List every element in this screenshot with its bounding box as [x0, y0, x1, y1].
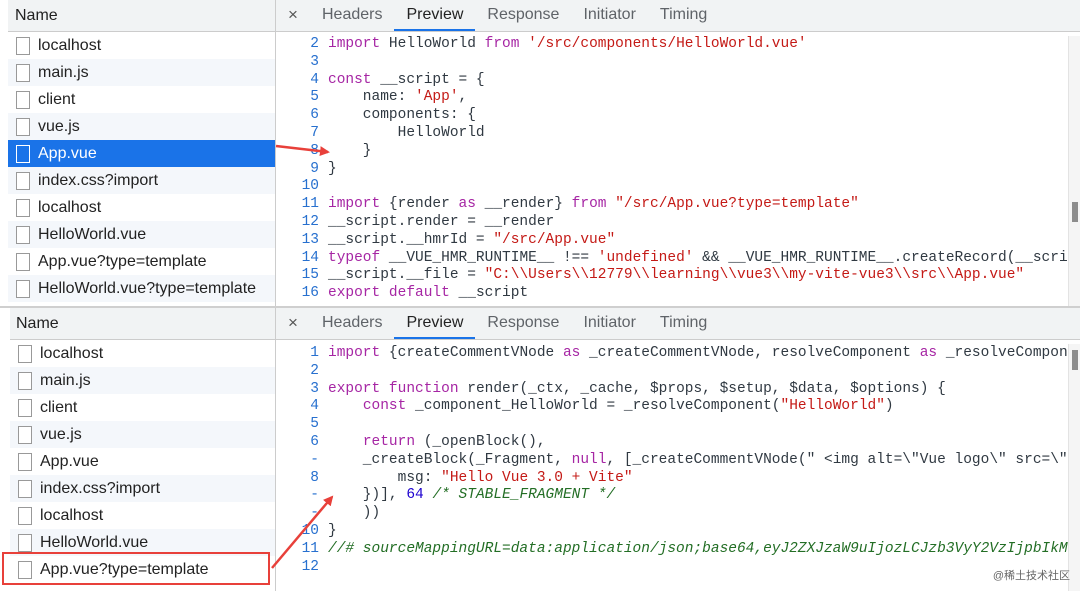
arrow-to-top-code	[275, 144, 330, 157]
watermark: @稀土技术社区	[992, 570, 1070, 582]
arrow-to-bottom-code	[271, 495, 334, 569]
annotation-arrows	[271, 144, 334, 569]
